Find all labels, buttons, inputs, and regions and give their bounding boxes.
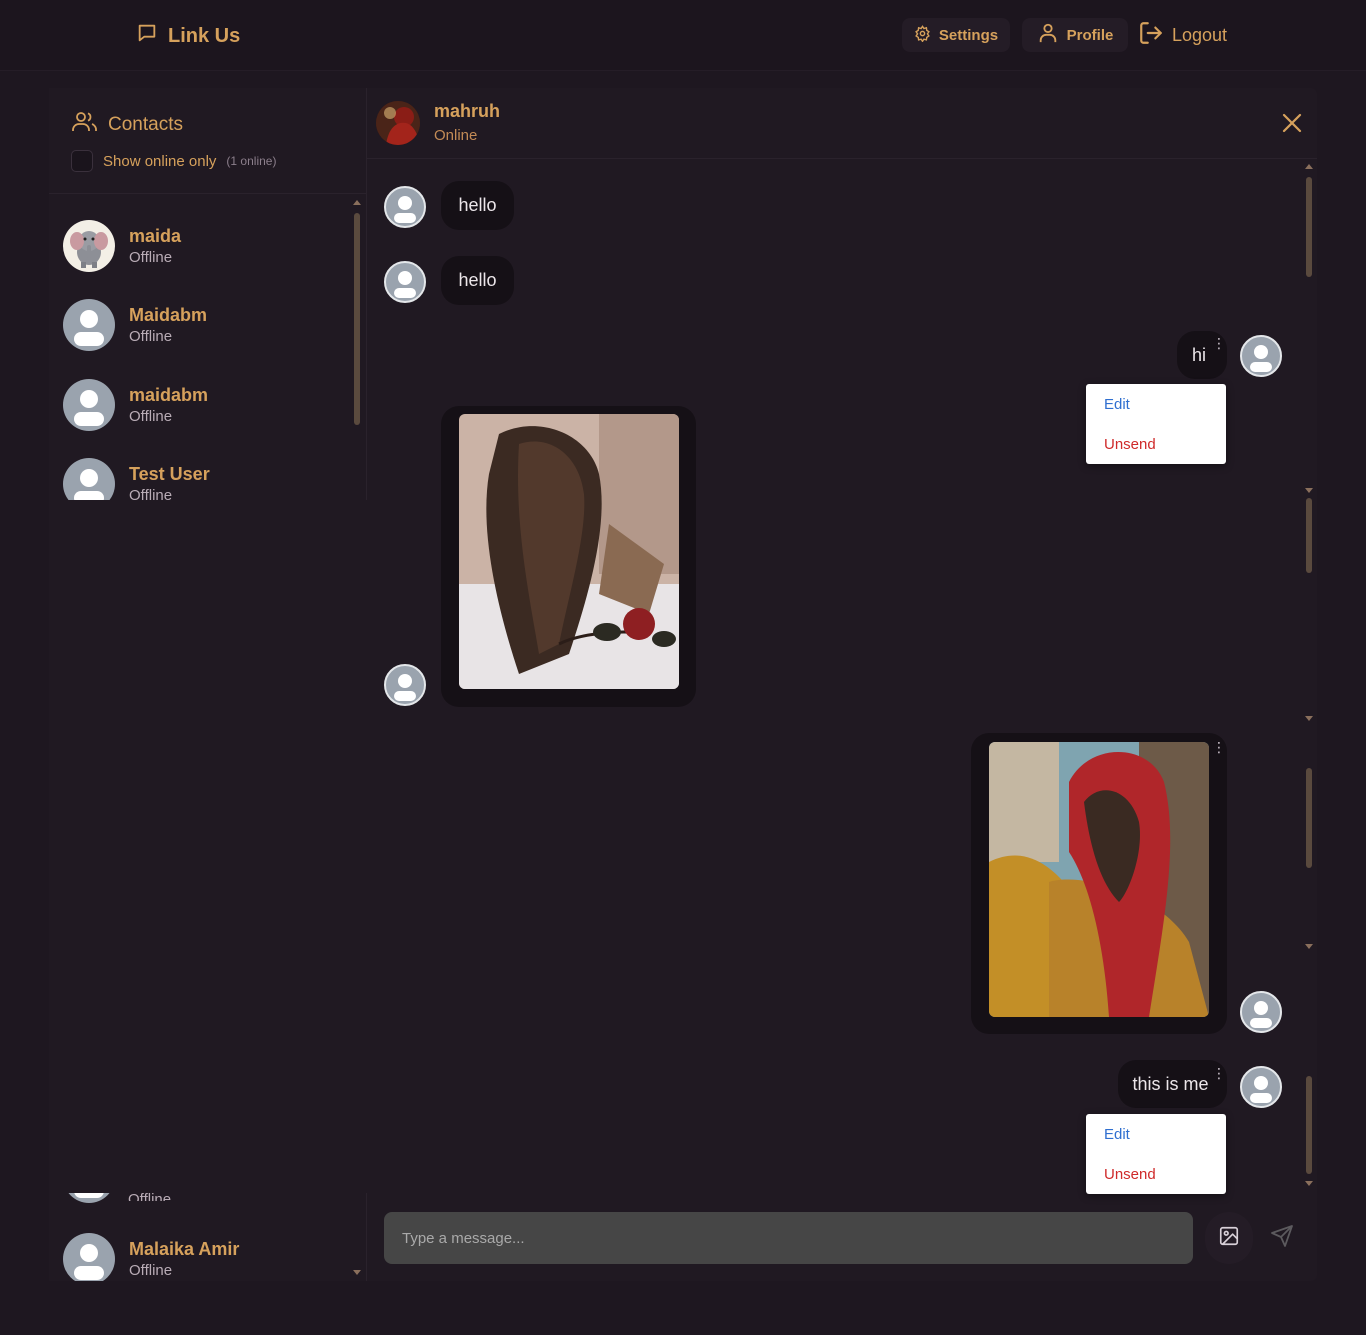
message-options-menu: Edit Unsend — [1086, 1114, 1226, 1194]
contact-item[interactable]: maida Offline — [63, 220, 181, 272]
partner-avatar — [376, 101, 420, 145]
chat-scrollbar[interactable] — [1306, 177, 1312, 277]
contact-name: maida — [129, 226, 182, 246]
logout-button[interactable]: Logout — [1138, 18, 1227, 52]
contact-name: Maidabm — [129, 305, 208, 325]
contact-item[interactable]: Test User Offline — [63, 458, 210, 500]
my-avatar — [1240, 335, 1282, 377]
chat-scrollbar[interactable] — [1306, 498, 1312, 573]
partner-status: Online — [434, 127, 478, 144]
message-bubble-received[interactable]: hello — [441, 181, 514, 230]
users-icon — [72, 110, 98, 140]
brand-name: Link Us — [168, 24, 241, 47]
sender-avatar — [384, 664, 426, 706]
online-filter[interactable]: Show online only (1 online) — [71, 150, 276, 172]
contact-list: maida Offline Maidabm Offline maidabm Of… — [49, 194, 366, 500]
chat-scroll-down-arrow[interactable] — [1305, 716, 1313, 721]
profile-button[interactable]: Profile — [1022, 18, 1128, 52]
user-icon — [1037, 21, 1059, 49]
unsend-menu-item[interactable]: Unsend — [1104, 436, 1156, 453]
edit-menu-item[interactable]: Edit — [1104, 396, 1130, 413]
online-only-checkbox[interactable] — [71, 150, 93, 172]
contacts-header: Contacts — [72, 110, 183, 140]
sender-avatar — [384, 186, 426, 228]
shared-photo[interactable] — [459, 414, 679, 689]
contacts-title: Contacts — [108, 114, 183, 135]
image-icon — [1218, 1225, 1240, 1252]
contact-status-partial: Offline — [128, 1193, 171, 1201]
online-count: (1 online) — [226, 154, 277, 168]
contact-name: Malaika Amir — [129, 1239, 240, 1259]
close-icon[interactable] — [1281, 112, 1303, 139]
sidebar-scrollbar[interactable] — [354, 213, 360, 425]
message-input[interactable] — [384, 1212, 1193, 1264]
default-user-avatar — [63, 1233, 115, 1281]
more-options-icon[interactable]: ⋮ — [1212, 740, 1226, 754]
chat-scroll-down-arrow[interactable] — [1305, 488, 1313, 493]
message-bubble-sent[interactable]: this is me — [1118, 1060, 1227, 1108]
more-options-icon[interactable]: ⋮ — [1212, 1066, 1226, 1080]
image-message-received[interactable] — [441, 406, 696, 707]
logout-label: Logout — [1172, 24, 1228, 45]
contact-item[interactable]: Maidabm Offline — [63, 299, 207, 351]
message-text: hi — [1191, 344, 1206, 365]
default-user-avatar — [63, 379, 115, 431]
online-filter-label: Show online only — [103, 152, 217, 170]
contact-avatar — [63, 299, 115, 351]
sidebar-bottom: Offline Malaika Amir Offline — [49, 1193, 367, 1281]
my-avatar — [1240, 1066, 1282, 1108]
more-options-icon[interactable]: ⋮ — [1212, 336, 1226, 350]
gear-icon — [914, 24, 931, 46]
settings-label: Settings — [938, 26, 999, 44]
settings-button[interactable]: Settings — [902, 18, 1010, 52]
send-button[interactable] — [1262, 1218, 1302, 1258]
contact-item[interactable]: Malaika Amir Offline — [63, 1233, 239, 1281]
chat-scrollbar[interactable] — [1306, 768, 1312, 868]
profile-label: Profile — [1066, 26, 1114, 44]
scroll-down-arrow[interactable] — [353, 1270, 361, 1275]
partner-name: mahruh — [434, 101, 501, 121]
message-text: hello — [458, 270, 497, 290]
sender-avatar — [384, 261, 426, 303]
chat-scroll-down-arrow[interactable] — [1305, 1181, 1313, 1186]
chat-scroll-up-arrow[interactable] — [1305, 164, 1313, 169]
elephant-avatar-image — [70, 231, 108, 268]
contact-name: Test User — [129, 464, 210, 484]
contact-item[interactable]: maidabm Offline — [63, 379, 208, 431]
edit-menu-item[interactable]: Edit — [1104, 1126, 1130, 1143]
default-user-avatar — [63, 299, 115, 351]
contact-status: Offline — [129, 328, 173, 345]
message-bubble-received[interactable]: hello — [441, 256, 514, 305]
attach-image-button[interactable] — [1205, 1212, 1253, 1264]
logout-icon — [1138, 20, 1164, 51]
message-text: hello — [458, 195, 497, 215]
default-user-avatar — [63, 458, 115, 500]
contact-status: Offline — [129, 408, 173, 425]
message-text: this is me — [1132, 1073, 1209, 1094]
contact-avatar — [63, 220, 115, 272]
chat-bubble-icon — [136, 22, 158, 50]
contact-avatar — [63, 1233, 115, 1281]
contact-status: Offline — [129, 1262, 173, 1279]
contact-name: maidabm — [129, 385, 209, 405]
image-message-sent[interactable] — [971, 733, 1227, 1034]
my-avatar — [1240, 991, 1282, 1033]
brand-logo[interactable]: Link Us — [136, 22, 240, 50]
contact-status: Offline — [129, 487, 173, 500]
chat-header — [367, 88, 1317, 159]
unsend-menu-item[interactable]: Unsend — [1104, 1166, 1156, 1183]
chat-scroll-down-arrow[interactable] — [1305, 944, 1313, 949]
contact-avatar-partial — [63, 1193, 115, 1203]
contact-avatar — [63, 458, 115, 500]
shared-photo[interactable] — [989, 742, 1209, 1017]
contact-status: Offline — [129, 249, 173, 266]
chat-scrollbar[interactable] — [1306, 1076, 1312, 1174]
scroll-up-arrow[interactable] — [353, 200, 361, 205]
send-icon — [1270, 1224, 1294, 1253]
contact-avatar — [63, 379, 115, 431]
message-options-menu: Edit Unsend — [1086, 384, 1226, 464]
